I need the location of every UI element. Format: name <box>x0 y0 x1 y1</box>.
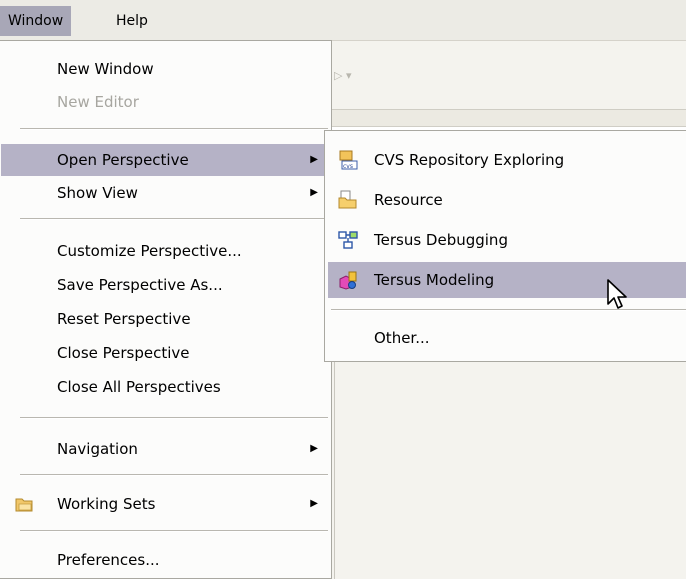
svg-text:cvs: cvs <box>343 163 353 170</box>
submenu-item-tersus-modeling[interactable]: Tersus Modeling <box>328 262 686 298</box>
working-sets-folder-icon <box>15 498 33 512</box>
open-perspective-submenu: cvs CVS Repository Exploring Resource Te… <box>324 130 686 362</box>
menu-separator <box>20 218 328 220</box>
submenu-arrow-icon: ▶ <box>310 498 318 509</box>
menu-item-customize-perspective[interactable]: Customize Perspective... <box>1 235 330 267</box>
menu-item-close-perspective[interactable]: Close Perspective <box>1 337 330 369</box>
menu-separator <box>20 530 328 532</box>
tersus-modeling-icon <box>339 271 357 290</box>
eclipse-window: ▷ ▾ Window Help New Window New Editor Op… <box>0 0 686 579</box>
menu-item-new-window[interactable]: New Window <box>1 53 330 85</box>
menubar-help[interactable]: Help <box>108 6 156 36</box>
submenu-separator <box>331 309 686 311</box>
menubar-window[interactable]: Window <box>0 6 72 36</box>
menu-item-label: Show View <box>57 184 138 202</box>
background-panel <box>322 360 686 579</box>
submenu-item-label: Tersus Debugging <box>374 231 508 249</box>
submenu-item-label: Tersus Modeling <box>374 271 495 289</box>
tersus-debug-icon <box>338 231 358 249</box>
window-menu: New Window New Editor Open Perspective ▶… <box>0 40 332 579</box>
menu-item-label: Navigation <box>57 440 138 458</box>
menu-item-new-editor: New Editor <box>57 93 139 111</box>
menu-item-open-perspective[interactable]: Open Perspective ▶ <box>1 144 330 176</box>
menu-separator <box>20 474 328 476</box>
resource-folder-icon <box>338 190 357 209</box>
submenu-item-other[interactable]: Other... <box>328 320 686 356</box>
menu-item-show-view[interactable]: Show View ▶ <box>1 177 330 209</box>
submenu-item-label: CVS Repository Exploring <box>374 151 565 169</box>
menu-item-label: Working Sets <box>57 495 156 513</box>
submenu-item-label: Resource <box>374 191 443 209</box>
submenu-arrow-icon: ▶ <box>310 443 318 454</box>
menu-separator <box>20 417 328 419</box>
menu-separator <box>20 128 328 130</box>
submenu-arrow-icon: ▶ <box>310 154 318 165</box>
mouse-pointer-icon <box>607 279 627 309</box>
submenu-item-tersus-debugging[interactable]: Tersus Debugging <box>328 222 686 258</box>
background-view-header <box>322 110 686 127</box>
menu-item-label: Open Perspective <box>57 151 189 169</box>
background-divider <box>334 360 335 579</box>
menu-item-preferences[interactable]: Preferences... <box>1 544 330 576</box>
menu-item-close-all-perspectives[interactable]: Close All Perspectives <box>1 371 330 403</box>
menu-item-working-sets[interactable]: Working Sets ▶ <box>1 488 330 520</box>
cvs-repository-icon: cvs <box>339 150 358 170</box>
submenu-item-cvs-repository-exploring[interactable]: cvs CVS Repository Exploring <box>328 142 686 178</box>
submenu-item-resource[interactable]: Resource <box>328 182 686 218</box>
submenu-arrow-icon: ▶ <box>310 187 318 198</box>
background-toolbar: ▷ ▾ <box>322 41 686 110</box>
menu-item-save-perspective-as[interactable]: Save Perspective As... <box>1 269 330 301</box>
menu-item-reset-perspective[interactable]: Reset Perspective <box>1 303 330 335</box>
toolbar-dropdown-arrow-icon[interactable]: ▷ ▾ <box>334 69 351 82</box>
menubar: Window Help <box>0 0 686 41</box>
menu-item-navigation[interactable]: Navigation ▶ <box>1 433 330 465</box>
